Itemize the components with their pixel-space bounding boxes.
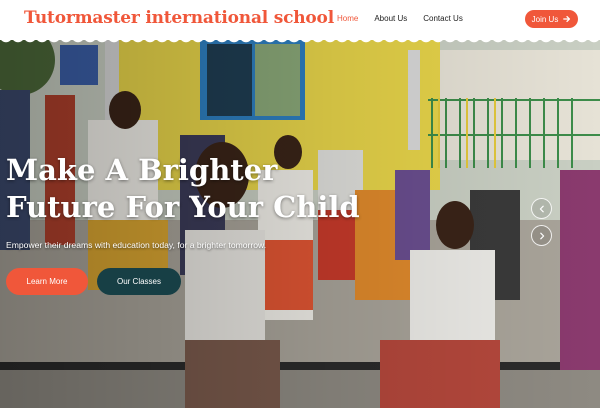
- our-classes-button[interactable]: Our Classes: [97, 268, 181, 295]
- site-header: Tutormaster international school Home Ab…: [0, 0, 600, 40]
- chevron-right-icon: [539, 232, 544, 239]
- join-us-label: Join Us: [531, 14, 559, 24]
- hero-subtitle: Empower their dreams with education toda…: [6, 240, 267, 250]
- arrow-right-icon: [563, 15, 571, 23]
- join-us-button[interactable]: Join Us: [525, 10, 578, 28]
- nav-contact-us[interactable]: Contact Us: [423, 14, 463, 23]
- scalloped-edge: [0, 36, 600, 44]
- nav-home[interactable]: Home: [337, 14, 358, 23]
- nav-about-us[interactable]: About Us: [374, 14, 407, 23]
- slider-next-button[interactable]: [531, 225, 552, 246]
- chevron-left-icon: [539, 205, 544, 212]
- slider-prev-button[interactable]: [531, 198, 552, 219]
- site-logo[interactable]: Tutormaster international school: [24, 8, 334, 28]
- hero-headline: Make A Brighter Future For Your Child: [6, 153, 360, 224]
- learn-more-button[interactable]: Learn More: [6, 268, 88, 295]
- main-nav: Home About Us Contact Us: [337, 14, 463, 23]
